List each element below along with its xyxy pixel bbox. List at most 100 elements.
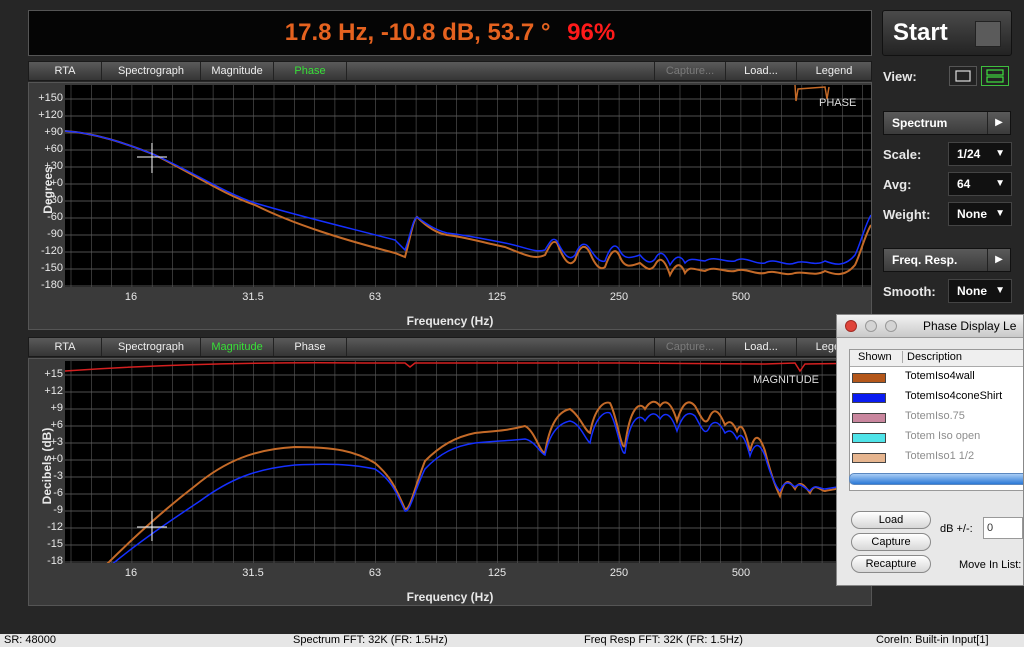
xtick-label: 31.5 [242, 291, 264, 303]
legend-load-button[interactable]: Load [851, 511, 931, 529]
legend-swatch[interactable] [852, 433, 886, 443]
phase-trace-blue [65, 130, 871, 267]
legend-row[interactable]: TotemIso4wall [850, 367, 1023, 387]
ytick-label: +9 [50, 402, 63, 414]
xtick-label: 500 [731, 567, 751, 579]
chevron-down-icon: ▼ [995, 208, 1005, 219]
legend-list[interactable]: Shown Description TotemIso4wall TotemIso4… [849, 349, 1023, 491]
legend-item-name: TotemIso1 1/2 [905, 450, 975, 462]
db-offset-input[interactable]: 0 [983, 517, 1023, 539]
legend-row[interactable]: TotemIso4coneShirt [850, 387, 1023, 407]
ytick-label: -180 [40, 279, 63, 291]
col-shown-header[interactable]: Shown [858, 351, 892, 363]
legend-titlebar[interactable]: Phase Display Le [837, 315, 1023, 338]
phase-plot-area[interactable] [65, 85, 871, 287]
avg-dropdown[interactable]: 64 ▼ [948, 172, 1012, 196]
magnitude-plot-tag: MAGNITUDE [753, 374, 819, 386]
ytick-label: -15 [47, 538, 63, 550]
magnitude-tab-strip: RTA Spectrograph Magnitude Phase Capture… [28, 337, 872, 357]
tab-magnitude-2[interactable]: Magnitude [201, 338, 274, 356]
magnitude-plot-area[interactable] [65, 361, 871, 563]
legend-window-title: Phase Display Le [923, 319, 1017, 333]
smooth-value: None [957, 284, 987, 298]
phase-grid [65, 85, 871, 287]
ytick-label: -150 [40, 262, 63, 274]
legend-row[interactable]: Totem Iso open [850, 427, 1023, 447]
ytick-label: -12 [47, 521, 63, 533]
minimize-window-icon[interactable] [865, 320, 877, 332]
ytick-label: -9 [53, 504, 63, 516]
chevron-down-icon: ▼ [995, 285, 1005, 296]
legend-capture-button[interactable]: Capture [851, 533, 931, 551]
ytick-label: -30 [47, 194, 63, 206]
tab-phase[interactable]: Phase [274, 62, 347, 80]
phase-plot-tag: PHASE [819, 97, 857, 109]
tab-spectrograph-2[interactable]: Spectrograph [102, 338, 201, 356]
smooth-label: Smooth: [883, 284, 936, 299]
legend-row[interactable]: TotemIso.75 [850, 407, 1023, 427]
single-pane-icon [955, 70, 971, 82]
zoom-window-icon[interactable] [885, 320, 897, 332]
magnitude-trace-blue [112, 411, 871, 563]
legend-recapture-button[interactable]: Recapture [851, 555, 931, 573]
magnitude-xlabel: Frequency (Hz) [406, 590, 494, 604]
xtick-label: 125 [487, 291, 507, 303]
phase-trace-orange [65, 130, 871, 278]
avg-label: Avg: [883, 177, 912, 192]
tab-spectrograph[interactable]: Spectrograph [102, 62, 201, 80]
capture-button-2[interactable]: Capture... [655, 338, 726, 356]
xtick-label: 16 [124, 291, 138, 303]
move-in-list-label: Move In List: [959, 559, 1022, 571]
load-button[interactable]: Load... [726, 62, 797, 80]
legend-swatch[interactable] [852, 453, 886, 463]
legend-row[interactable]: TotemIso1 1/2 [850, 447, 1023, 467]
view-single-button[interactable] [949, 66, 977, 86]
col-description-header[interactable]: Description [902, 351, 962, 363]
ytick-label: -120 [40, 245, 63, 257]
legend-swatch[interactable] [852, 373, 886, 383]
view-label: View: [883, 69, 917, 84]
legend-scrollbar[interactable] [849, 473, 1023, 485]
xtick-label: 250 [609, 291, 629, 303]
xtick-label: 500 [731, 291, 751, 303]
legend-button[interactable]: Legend [797, 62, 871, 80]
ytick-label: +60 [44, 143, 63, 155]
phase-xlabel: Frequency (Hz) [406, 314, 494, 328]
start-button[interactable]: Start [882, 10, 1012, 56]
avg-value: 64 [957, 177, 971, 191]
weight-dropdown[interactable]: None ▼ [948, 202, 1012, 226]
tab-rta-2[interactable]: RTA [29, 338, 102, 356]
legend-item-name: TotemIso.75 [905, 410, 965, 422]
ytick-label: -90 [47, 228, 63, 240]
phase-tab-strip: RTA Spectrograph Magnitude Phase Capture… [28, 61, 872, 81]
legend-swatch[interactable] [852, 413, 886, 423]
close-window-icon[interactable] [845, 320, 857, 332]
xtick-label: 63 [368, 291, 382, 303]
capture-button[interactable]: Capture... [655, 62, 726, 80]
readout-display: 17.8 Hz, -10.8 dB, 53.7 ° 96% [28, 10, 872, 56]
load-button-2[interactable]: Load... [726, 338, 797, 356]
smooth-dropdown[interactable]: None ▼ [948, 279, 1012, 303]
readout-values: 17.8 Hz, -10.8 dB, 53.7 ° [284, 19, 551, 46]
view-split-button[interactable] [981, 66, 1009, 86]
magnitude-trace-red [65, 362, 871, 373]
freq-resp-section-header[interactable]: Freq. Resp. ▶ [883, 248, 1011, 272]
xtick-label: 250 [609, 567, 629, 579]
weight-label: Weight: [883, 207, 931, 222]
tab-rta[interactable]: RTA [29, 62, 102, 80]
tab-magnitude[interactable]: Magnitude [201, 62, 274, 80]
scale-dropdown[interactable]: 1/24 ▼ [948, 142, 1012, 166]
ytick-label: +12 [44, 385, 63, 397]
scale-value: 1/24 [957, 147, 981, 161]
scale-label: Scale: [883, 147, 922, 162]
ytick-label: -6 [53, 487, 63, 499]
ytick-label: +120 [38, 109, 63, 121]
legend-swatch[interactable] [852, 393, 886, 403]
ytick-label: +150 [38, 92, 63, 104]
ytick-label: +6 [50, 419, 63, 431]
tab-phase-2[interactable]: Phase [274, 338, 347, 356]
tab-spacer-2 [347, 338, 655, 356]
spectrum-section-header[interactable]: Spectrum ▶ [883, 111, 1011, 135]
xtick-label: 16 [124, 567, 138, 579]
phase-legend-window[interactable]: Phase Display Le Shown Description Totem… [836, 314, 1024, 586]
